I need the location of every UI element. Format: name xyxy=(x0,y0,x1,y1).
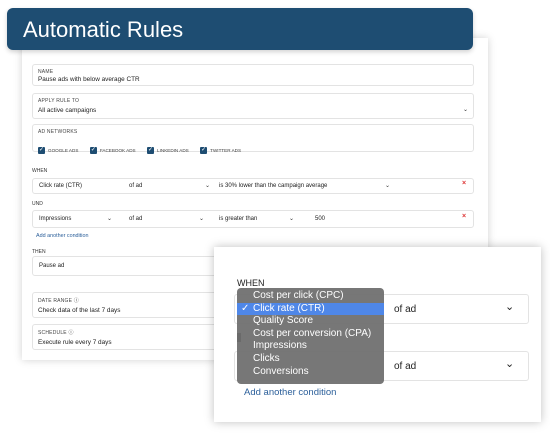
date-range-value: Check data of the last 7 days xyxy=(38,307,121,314)
network-linkedin[interactable]: ✓ LINKEDIN ADS xyxy=(147,147,189,154)
zoom-scope-select-2[interactable]: of ad xyxy=(394,361,416,372)
info-icon: ⓘ xyxy=(73,298,79,304)
zoom-add-condition-link[interactable]: Add another condition xyxy=(244,387,336,398)
and-scope-select[interactable]: of ad xyxy=(129,216,142,222)
chevron-down-icon: ⌄ xyxy=(107,216,113,222)
then-value: Pause ad xyxy=(39,263,65,269)
dropdown-option[interactable]: Cost per click (CPC) xyxy=(237,290,384,303)
when-comparison-select[interactable]: is 30% lower than the campaign average xyxy=(219,183,327,189)
and-value-input[interactable]: 500 xyxy=(315,216,325,222)
chevron-down-icon: ⌄ xyxy=(205,183,211,189)
chevron-down-icon: ⌄ xyxy=(505,358,515,370)
dropdown-option[interactable]: Cost per conversion (CPA) xyxy=(237,328,384,341)
delete-condition-icon[interactable]: × xyxy=(462,213,466,220)
page-title: Automatic Rules xyxy=(23,17,184,42)
delete-condition-icon[interactable]: × xyxy=(462,180,466,187)
then-label: THEN xyxy=(32,249,46,255)
zoom-when-label: WHEN xyxy=(237,278,265,288)
dropdown-option[interactable]: Impressions xyxy=(237,340,384,353)
name-value: Pause ads with below average CTR xyxy=(38,76,140,83)
when-metric-select[interactable]: Click rate (CTR) xyxy=(39,183,82,189)
network-twitter[interactable]: ✓ TWITTER ADS xyxy=(200,147,241,154)
chevron-down-icon: ⌄ xyxy=(289,216,295,222)
network-google[interactable]: ✓ GOOGLE ADS xyxy=(38,147,78,154)
dropdown-option[interactable]: Clicks xyxy=(237,353,384,366)
and-metric-select[interactable]: Impressions xyxy=(39,216,71,222)
apply-value: All active campaigns xyxy=(38,107,97,114)
apply-rule-select[interactable]: APPLY RULE TO All active campaigns ⌄ xyxy=(32,93,474,119)
chevron-down-icon: ⌄ xyxy=(385,183,391,189)
chevron-down-icon: ⌄ xyxy=(505,301,515,313)
checkbox-checked-icon[interactable]: ✓ xyxy=(89,147,97,154)
network-facebook[interactable]: ✓ FACEBOOK ADS xyxy=(89,147,136,154)
chevron-down-icon: ⌄ xyxy=(462,107,468,113)
date-range-label: DATE RANGE ⓘ xyxy=(38,298,79,304)
checkmark-icon: ✓ xyxy=(241,302,250,314)
and-label: UND xyxy=(32,201,43,207)
schedule-value: Execute rule every 7 days xyxy=(38,339,112,346)
when-condition-row: Click rate (CTR) of ad ⌄ is 30% lower th… xyxy=(32,178,474,194)
when-label: WHEN xyxy=(32,168,48,174)
chevron-down-icon: ⌄ xyxy=(199,216,205,222)
name-field[interactable]: NAME Pause ads with below average CTR xyxy=(32,64,474,86)
dropdown-option-selected[interactable]: ✓ Click rate (CTR) xyxy=(237,302,384,316)
zoom-scope-select[interactable]: of ad xyxy=(394,304,416,315)
add-condition-link[interactable]: Add another condition xyxy=(36,233,88,239)
info-icon: ⓘ xyxy=(68,330,74,336)
networks-label: AD NETWORKS xyxy=(38,129,78,135)
apply-label: APPLY RULE TO xyxy=(38,98,80,104)
and-comparison-select[interactable]: is greater than xyxy=(219,216,257,222)
ad-networks-field: AD NETWORKS ✓ GOOGLE ADS ✓ FACEBOOK ADS ✓ L… xyxy=(32,124,474,154)
checkbox-checked-icon[interactable]: ✓ xyxy=(38,147,45,154)
dropdown-option[interactable]: Quality Score xyxy=(237,315,384,328)
checkbox-checked-icon[interactable]: ✓ xyxy=(147,147,155,154)
when-scope-select[interactable]: of ad xyxy=(129,183,142,189)
name-label: NAME xyxy=(38,69,54,75)
metric-dropdown-menu[interactable]: Cost per click (CPC) ✓ Click rate (CTR) Q… xyxy=(237,288,384,384)
stage: Automatic Rules NAME Pause ads with belo… xyxy=(0,0,550,440)
dropdown-option[interactable]: Conversions xyxy=(237,366,384,379)
checkbox-checked-icon[interactable]: ✓ xyxy=(200,147,208,154)
and-condition-row: Impressions ⌄ of ad ⌄ is greater than ⌄ … xyxy=(32,210,474,228)
networks-list: ✓ GOOGLE ADS ✓ FACEBOOK ADS ✓ LINKEDIN ADS … xyxy=(38,138,248,156)
schedule-label: SCHEDULE ⓘ xyxy=(38,330,74,336)
page-title-banner: Automatic Rules xyxy=(7,8,473,50)
